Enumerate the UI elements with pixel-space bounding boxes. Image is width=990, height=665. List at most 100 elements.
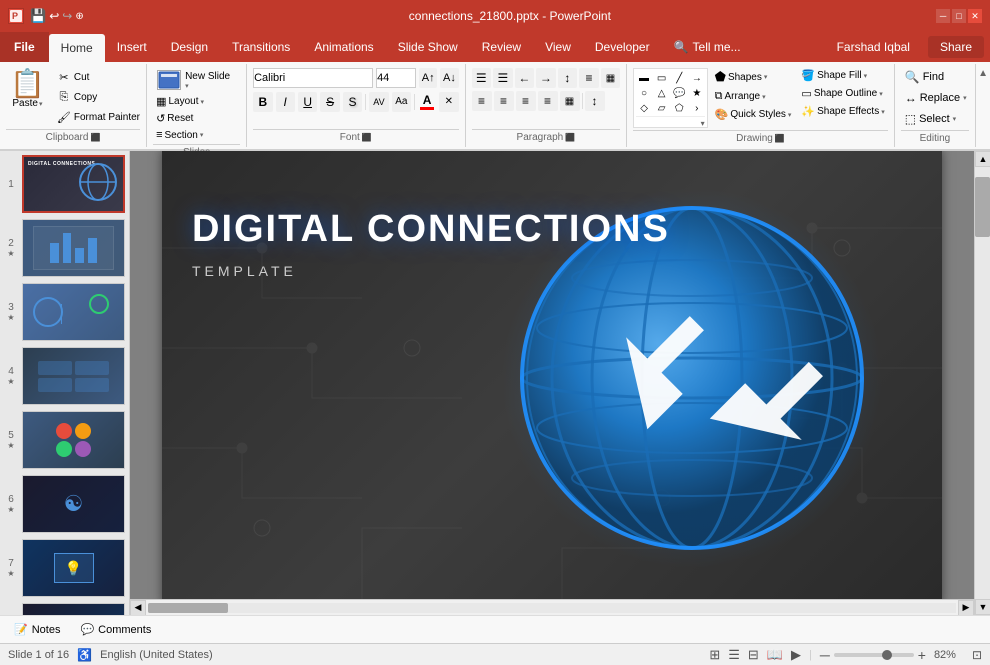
accessibility-icon[interactable]: ♿ bbox=[77, 648, 92, 662]
columns-button[interactable]: ▦ bbox=[560, 91, 580, 111]
notes-button[interactable]: 📝 Notes bbox=[8, 621, 66, 638]
chevron-shape[interactable]: › bbox=[689, 101, 705, 115]
numbering-button[interactable]: ☰ bbox=[493, 68, 513, 88]
replace-button[interactable]: ↔ Replace ▾ bbox=[901, 89, 971, 107]
tab-tellme[interactable]: 🔍Tell me... bbox=[662, 32, 753, 62]
font-name-input[interactable] bbox=[253, 68, 373, 88]
align-center-button[interactable]: ≡ bbox=[494, 91, 514, 111]
redo-icon[interactable]: ↪ bbox=[62, 9, 72, 23]
tab-transitions[interactable]: Transitions bbox=[220, 32, 302, 62]
slide-title[interactable]: DIGITAL CONNECTIONS bbox=[192, 208, 670, 251]
parallelogram-shape[interactable]: ▱ bbox=[654, 101, 670, 115]
tab-slideshow[interactable]: Slide Show bbox=[386, 32, 470, 62]
clear-format-button[interactable]: ✕ bbox=[439, 92, 458, 112]
v-scroll-track[interactable] bbox=[975, 167, 990, 599]
minimize-button[interactable]: ─ bbox=[936, 9, 950, 23]
view-normal-icon[interactable]: ⊞ bbox=[709, 647, 720, 663]
shape-outline-button[interactable]: ▭ Shape Outline ▾ bbox=[798, 86, 887, 101]
new-slide-button[interactable]: New Slide ▾ bbox=[153, 68, 234, 92]
comments-button[interactable]: 💬 Comments bbox=[74, 621, 157, 638]
rect-shape[interactable]: ▬ bbox=[636, 71, 652, 85]
slide-thumb-3[interactable]: 3 ★ bbox=[4, 283, 125, 341]
undo-icon[interactable]: ↩ bbox=[49, 9, 59, 23]
vertical-scrollbar[interactable]: ▲ ▼ bbox=[974, 151, 990, 615]
maximize-button[interactable]: □ bbox=[952, 9, 966, 23]
oval-shape[interactable]: ○ bbox=[636, 86, 652, 100]
text-shadow-button[interactable]: S bbox=[343, 92, 362, 112]
tab-animations[interactable]: Animations bbox=[302, 32, 385, 62]
layout-button[interactable]: ▦ Layout ▾ bbox=[153, 94, 207, 109]
diamond-shape[interactable]: ◇ bbox=[636, 101, 652, 115]
paste-label[interactable]: Paste▾ bbox=[12, 98, 42, 109]
align-left-button[interactable]: ≡ bbox=[472, 91, 492, 111]
shape-fill-button[interactable]: 🪣 Shape Fill ▾ bbox=[798, 68, 887, 83]
find-button[interactable]: 🔍 Find bbox=[901, 68, 948, 86]
arrow-shape[interactable]: → bbox=[689, 71, 705, 85]
bullets-button[interactable]: ☰ bbox=[472, 68, 492, 88]
slide-thumb-5[interactable]: 5 ★ bbox=[4, 411, 125, 469]
tab-view[interactable]: View bbox=[533, 32, 583, 62]
quick-styles-button[interactable]: 🎨 Quick Styles ▾ bbox=[712, 107, 795, 122]
tab-review[interactable]: Review bbox=[470, 32, 533, 62]
pentagon-shape[interactable]: ⬠ bbox=[671, 101, 687, 115]
callout-shape[interactable]: 💬 bbox=[671, 86, 687, 100]
slide-thumbnail-3[interactable] bbox=[22, 283, 125, 341]
change-case-button[interactable]: Aa bbox=[392, 92, 411, 112]
section-button[interactable]: ≡ Section ▾ bbox=[153, 128, 206, 142]
view-slideshow-icon[interactable]: ▶ bbox=[791, 647, 801, 663]
para-expand-icon[interactable]: ⬛ bbox=[565, 133, 575, 142]
slide-thumb-2[interactable]: 2 ★ bbox=[4, 219, 125, 277]
font-size-input[interactable] bbox=[376, 68, 416, 88]
tab-share[interactable]: Share bbox=[928, 36, 984, 58]
slide-thumbnail-6[interactable]: ☯ bbox=[22, 475, 125, 533]
tab-design[interactable]: Design bbox=[159, 32, 220, 62]
scroll-track[interactable] bbox=[148, 603, 956, 613]
font-size-decrease[interactable]: A↓ bbox=[440, 68, 458, 88]
customize-icon[interactable]: ⊕ bbox=[75, 11, 83, 22]
rounded-rect-shape[interactable]: ▭ bbox=[654, 71, 670, 85]
line-spacing-button[interactable]: ↕ bbox=[585, 91, 605, 111]
triangle-shape[interactable]: △ bbox=[654, 86, 670, 100]
save-icon[interactable]: 💾 bbox=[30, 8, 46, 24]
v-scroll-thumb[interactable] bbox=[975, 177, 990, 237]
align-right-button[interactable]: ≡ bbox=[516, 91, 536, 111]
char-spacing-button[interactable]: AV bbox=[369, 92, 388, 112]
zoom-level[interactable]: 82% bbox=[934, 649, 964, 661]
close-button[interactable]: ✕ bbox=[968, 9, 982, 23]
strikethrough-button[interactable]: S bbox=[320, 92, 339, 112]
slide-thumbnail-7[interactable]: 💡 bbox=[22, 539, 125, 597]
drawing-expand-icon[interactable]: ⬛ bbox=[775, 134, 785, 143]
fit-slide-button[interactable]: ⊡ bbox=[972, 648, 982, 662]
increase-indent-button[interactable]: → bbox=[536, 68, 556, 88]
scroll-right-button[interactable]: ▶ bbox=[958, 600, 974, 616]
tab-file[interactable]: File bbox=[0, 32, 49, 62]
bold-button[interactable]: B bbox=[253, 92, 272, 112]
decrease-indent-button[interactable]: ← bbox=[515, 68, 535, 88]
view-reading-icon[interactable]: 📖 bbox=[767, 647, 783, 663]
arrange-button[interactable]: ⧉ Arrange ▾ bbox=[712, 89, 795, 104]
shape-effects-button[interactable]: ✨ Shape Effects ▾ bbox=[798, 104, 887, 119]
language[interactable]: English (United States) bbox=[100, 649, 213, 661]
scroll-thumb[interactable] bbox=[148, 603, 228, 613]
text-direction-button[interactable]: ↕ bbox=[558, 68, 578, 88]
view-outline-icon[interactable]: ☰ bbox=[728, 647, 740, 663]
line-shape[interactable]: ╱ bbox=[671, 71, 687, 85]
ribbon-collapse[interactable]: ▲ bbox=[976, 64, 990, 147]
select-button[interactable]: ⬚ Select ▾ bbox=[901, 110, 960, 128]
scroll-down-button[interactable]: ▼ bbox=[975, 599, 990, 615]
slide-thumb-4[interactable]: 4 ★ bbox=[4, 347, 125, 405]
tab-user[interactable]: Farshad Iqbal bbox=[825, 32, 922, 62]
slide-thumb-6[interactable]: 6 ★ ☯ bbox=[4, 475, 125, 533]
justify-button[interactable]: ≡ bbox=[538, 91, 558, 111]
italic-button[interactable]: I bbox=[276, 92, 295, 112]
slide-thumbnail-1[interactable]: DIGITAL CONNECTIONS bbox=[22, 155, 125, 213]
underline-button[interactable]: U bbox=[298, 92, 317, 112]
slide-thumbnail-4[interactable] bbox=[22, 347, 125, 405]
reset-button[interactable]: ↺ Reset bbox=[153, 111, 196, 126]
font-size-increase[interactable]: A↑ bbox=[419, 68, 437, 88]
font-color-button[interactable]: A bbox=[418, 91, 436, 112]
shapes-gallery[interactable]: ▬ ▭ ╱ → ○ △ 💬 ★ ◇ ▱ ⬠ › bbox=[633, 68, 707, 128]
slide-thumb-1[interactable]: 1 DIGITAL CONNECTIONS bbox=[4, 155, 125, 213]
shapes-button[interactable]: ⬟ Shapes ▾ bbox=[712, 68, 795, 86]
zoom-in-button[interactable]: + bbox=[918, 647, 926, 663]
